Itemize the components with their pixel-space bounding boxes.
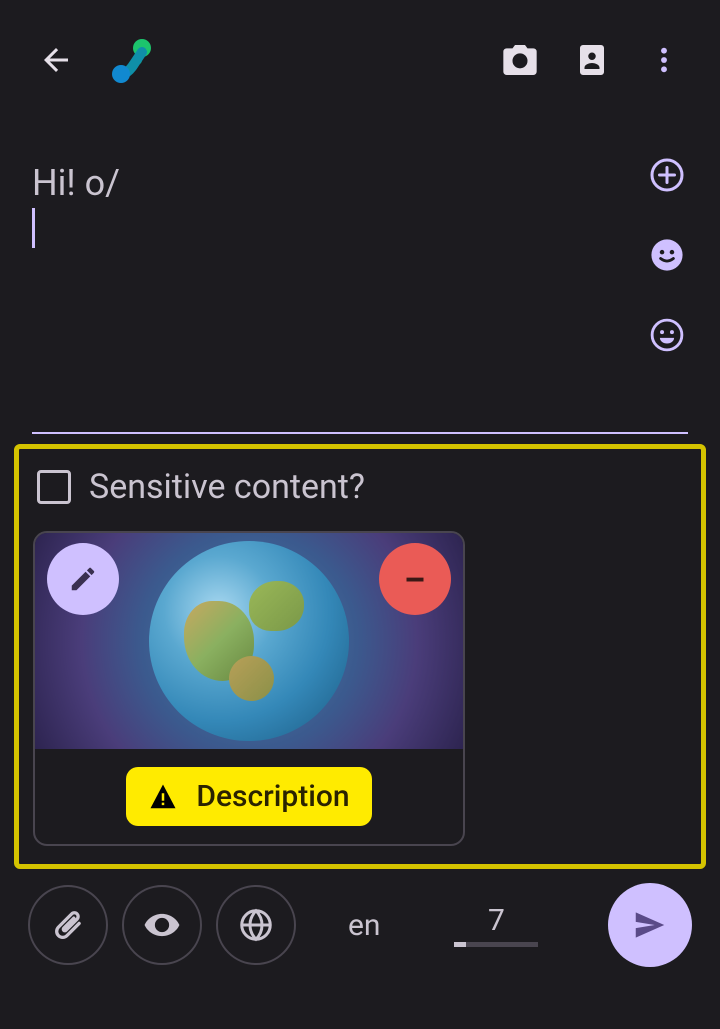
- text-cursor: [32, 208, 35, 248]
- pencil-icon: [68, 564, 98, 594]
- character-count-value: 7: [488, 903, 505, 938]
- attachments-panel: Sensitive content?: [14, 444, 706, 869]
- back-button[interactable]: [32, 36, 80, 84]
- sensitive-checkbox[interactable]: [37, 470, 71, 504]
- minus-icon: [398, 562, 432, 596]
- sensitive-label: Sensitive content?: [89, 467, 365, 507]
- compose-side-actions: [648, 156, 686, 354]
- send-icon: [631, 906, 669, 944]
- character-count: 7: [454, 903, 538, 947]
- arrow-left-icon: [38, 42, 74, 78]
- attachment-card: Description: [33, 531, 465, 846]
- description-button-label: Description: [196, 779, 349, 814]
- compose-text-area[interactable]: Hi! o/: [16, 132, 704, 432]
- smile-icon: [650, 238, 684, 272]
- attachment-thumbnail[interactable]: [35, 533, 463, 749]
- globe-icon: [238, 907, 274, 943]
- compose-text-value: Hi! o/: [32, 162, 120, 204]
- character-progress-bar: [454, 942, 538, 947]
- paperclip-icon: [50, 907, 86, 943]
- more-menu-button[interactable]: [640, 36, 688, 84]
- top-toolbar: [0, 0, 720, 112]
- bottom-toolbar: en 7: [28, 883, 692, 967]
- warning-triangle-icon: [148, 782, 178, 812]
- language-indicator[interactable]: en: [348, 908, 380, 943]
- compose-content: Hi! o/: [32, 162, 684, 248]
- app-logo: [104, 32, 160, 88]
- contact-button[interactable]: [568, 36, 616, 84]
- add-button[interactable]: [648, 156, 686, 194]
- emoji-grin-button[interactable]: [648, 316, 686, 354]
- contact-icon: [574, 42, 610, 78]
- eye-icon: [143, 906, 181, 944]
- edit-attachment-button[interactable]: [47, 543, 119, 615]
- emoji-button[interactable]: [648, 236, 686, 274]
- camera-button[interactable]: [496, 36, 544, 84]
- grin-icon: [650, 318, 684, 352]
- federation-button[interactable]: [216, 885, 296, 965]
- visibility-button[interactable]: [122, 885, 202, 965]
- remove-attachment-button[interactable]: [379, 543, 451, 615]
- more-vertical-icon: [648, 44, 680, 76]
- attachment-description-bar: Description: [35, 749, 463, 844]
- compose-divider: [32, 432, 688, 434]
- send-button[interactable]: [608, 883, 692, 967]
- plus-circle-icon: [649, 157, 685, 193]
- sensitive-toggle-row[interactable]: Sensitive content?: [37, 467, 687, 507]
- logo-icon: [104, 32, 160, 88]
- attach-button[interactable]: [28, 885, 108, 965]
- camera-icon: [500, 40, 540, 80]
- description-button[interactable]: Description: [126, 767, 371, 826]
